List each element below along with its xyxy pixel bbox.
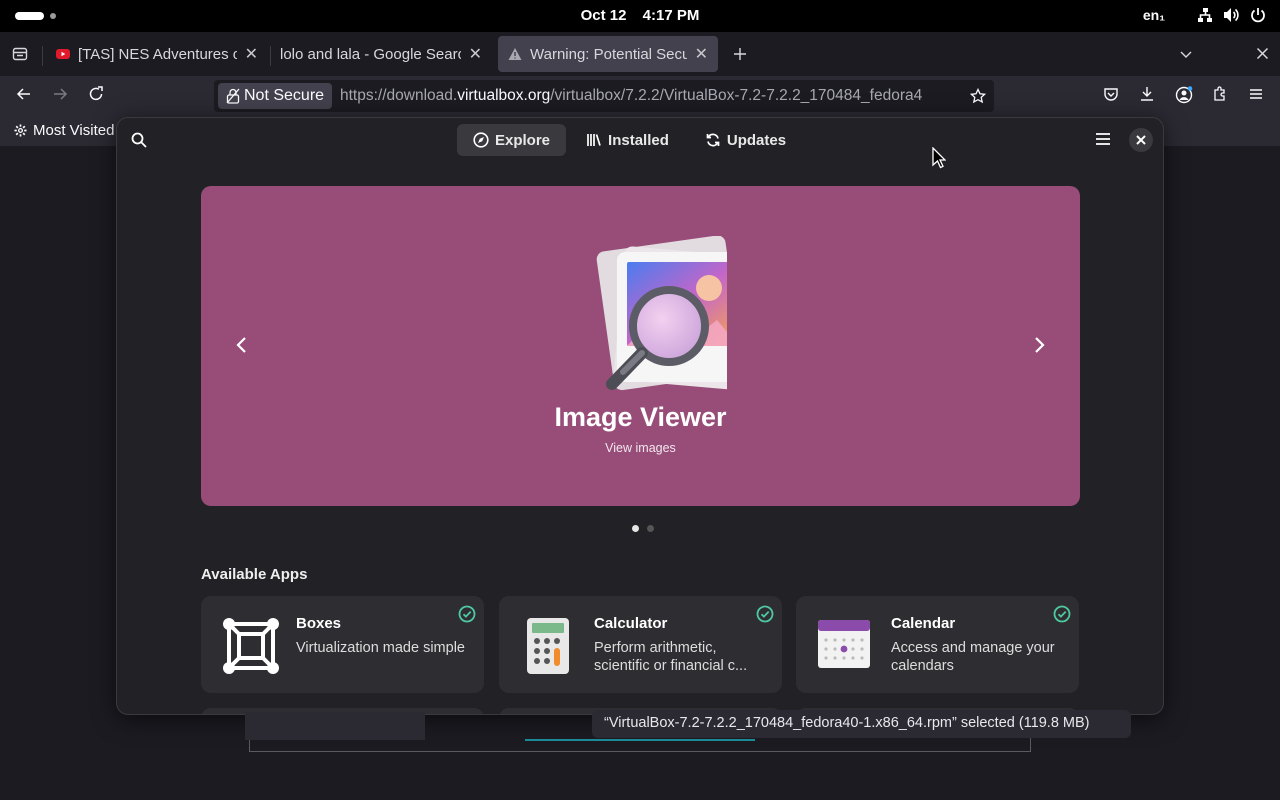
carousel-dot[interactable] (647, 525, 654, 532)
power-icon (1250, 7, 1266, 23)
clock-time: 4:17 PM (642, 7, 700, 24)
gnome-software-window: Explore Installed Updates Image Viewer V… (116, 117, 1164, 715)
app-name: Boxes (296, 615, 342, 632)
header-bar: Explore Installed Updates (117, 118, 1163, 164)
url-text[interactable]: https://download.virtualbox.org/virtualb… (340, 87, 960, 105)
installed-check-icon (756, 605, 774, 623)
clock[interactable]: Oct 12 4:17 PM (0, 7, 1280, 24)
app-card-calendar[interactable]: Calendar Access and manage your calendar… (796, 596, 1079, 693)
url-domain: virtualbox.org (457, 87, 551, 104)
firefox-view-icon[interactable] (12, 46, 28, 62)
close-icon (1136, 135, 1146, 145)
view-switcher: Explore Installed Updates (457, 124, 802, 156)
carousel-next-icon[interactable] (1032, 336, 1046, 354)
featured-app-title: Image Viewer (554, 402, 727, 432)
app-name: Calculator (594, 615, 668, 632)
tab-installed[interactable]: Installed (570, 124, 685, 156)
tab-title: lolo and lala - Google Searc (280, 45, 461, 63)
app-description: Perform arithmetic, scientific or financ… (594, 640, 748, 674)
app-name: Calendar (891, 615, 956, 632)
url-prefix: https://download. (340, 87, 458, 104)
app-description: Virtualization made simple (296, 640, 465, 656)
close-dialog-button[interactable] (1129, 128, 1153, 152)
system-status-area[interactable]: en₁ (1143, 7, 1266, 23)
extensions-icon[interactable] (1212, 86, 1228, 102)
insecure-lock-icon (226, 88, 240, 104)
tab-nes-adventures[interactable]: [TAS] NES Adventures o ✕ (46, 36, 268, 72)
new-tab-icon[interactable] (732, 46, 748, 62)
clock-date: Oct 12 (580, 7, 627, 24)
calculator-icon (525, 616, 571, 676)
featured-app-subtitle: View images (605, 441, 676, 455)
mouse-pointer-icon (932, 147, 946, 169)
close-tab-icon[interactable]: ✕ (469, 44, 482, 64)
calendar-icon (816, 616, 872, 672)
download-panel-edge (245, 712, 425, 740)
account-icon[interactable] (1175, 86, 1193, 104)
featured-app-carousel[interactable]: Image Viewer View images (201, 186, 1080, 506)
app-description: Access and manage your calendars (891, 640, 1055, 674)
tab-google-search[interactable]: lolo and lala - Google Searc ✕ (270, 36, 492, 72)
url-bar[interactable]: Not Secure https://download.virtualbox.o… (214, 80, 994, 112)
image-viewer-icon (557, 236, 727, 396)
tab-title: Warning: Potential Secu (530, 45, 687, 63)
close-window-icon[interactable] (1256, 47, 1269, 60)
tab-updates[interactable]: Updates (689, 124, 802, 156)
bookmark-star-icon[interactable] (970, 88, 986, 104)
gnome-top-bar: Oct 12 4:17 PM en₁ (0, 0, 1280, 32)
tab-label: Explore (495, 131, 551, 149)
pocket-icon[interactable] (1103, 86, 1119, 102)
close-tab-icon[interactable]: ✕ (695, 44, 708, 64)
carousel-previous-icon[interactable] (235, 336, 249, 354)
bookmark-most-visited[interactable]: Most Visited (14, 122, 114, 139)
navigation-toolbar: Not Secure https://download.virtualbox.o… (0, 76, 1280, 116)
volume-icon (1223, 7, 1240, 23)
refresh-icon (705, 132, 721, 148)
gear-icon (14, 124, 27, 137)
close-tab-icon[interactable]: ✕ (245, 44, 258, 64)
section-title: Available Apps (201, 566, 308, 583)
main-menu-icon[interactable] (1095, 131, 1111, 147)
download-status-toast: “VirtualBox-7.2-7.2.2_170484_fedora40-1.… (592, 710, 1131, 738)
bookmark-label: Most Visited (33, 122, 115, 139)
back-icon[interactable] (16, 86, 32, 102)
tab-security-warning[interactable]: Warning: Potential Secu ✕ (498, 36, 718, 72)
security-label: Not Secure (244, 87, 325, 104)
reload-icon[interactable] (88, 86, 104, 102)
input-language-indicator[interactable]: en₁ (1143, 7, 1165, 23)
app-card-boxes[interactable]: Boxes Virtualization made simple (201, 596, 484, 693)
downloads-icon[interactable] (1139, 86, 1155, 102)
tab-title: [TAS] NES Adventures o (78, 45, 237, 63)
tab-label: Installed (608, 131, 669, 149)
security-indicator[interactable]: Not Secure (218, 83, 333, 109)
app-card-calculator[interactable]: Calculator Perform arithmetic, scientifi… (499, 596, 782, 693)
list-all-tabs-icon[interactable] (1179, 47, 1193, 61)
carousel-indicator (632, 525, 654, 532)
search-icon[interactable] (131, 132, 147, 148)
library-icon (586, 132, 602, 148)
boxes-icon (221, 616, 281, 676)
installed-check-icon (458, 605, 476, 623)
installed-check-icon (1053, 605, 1071, 623)
network-icon (1197, 7, 1213, 23)
url-path: /virtualbox/7.2.2/VirtualBox-7.2-7.2.2_1… (550, 87, 923, 104)
tab-explore[interactable]: Explore (457, 124, 567, 156)
tab-label: Updates (726, 131, 787, 149)
carousel-dot-active[interactable] (632, 525, 639, 532)
compass-icon (473, 132, 489, 148)
warning-icon (508, 47, 522, 61)
youtube-icon (56, 47, 70, 61)
forward-icon[interactable] (52, 86, 68, 102)
app-menu-icon[interactable] (1248, 86, 1264, 102)
browser-tab-strip: [TAS] NES Adventures o ✕ lolo and lala -… (0, 32, 1280, 76)
